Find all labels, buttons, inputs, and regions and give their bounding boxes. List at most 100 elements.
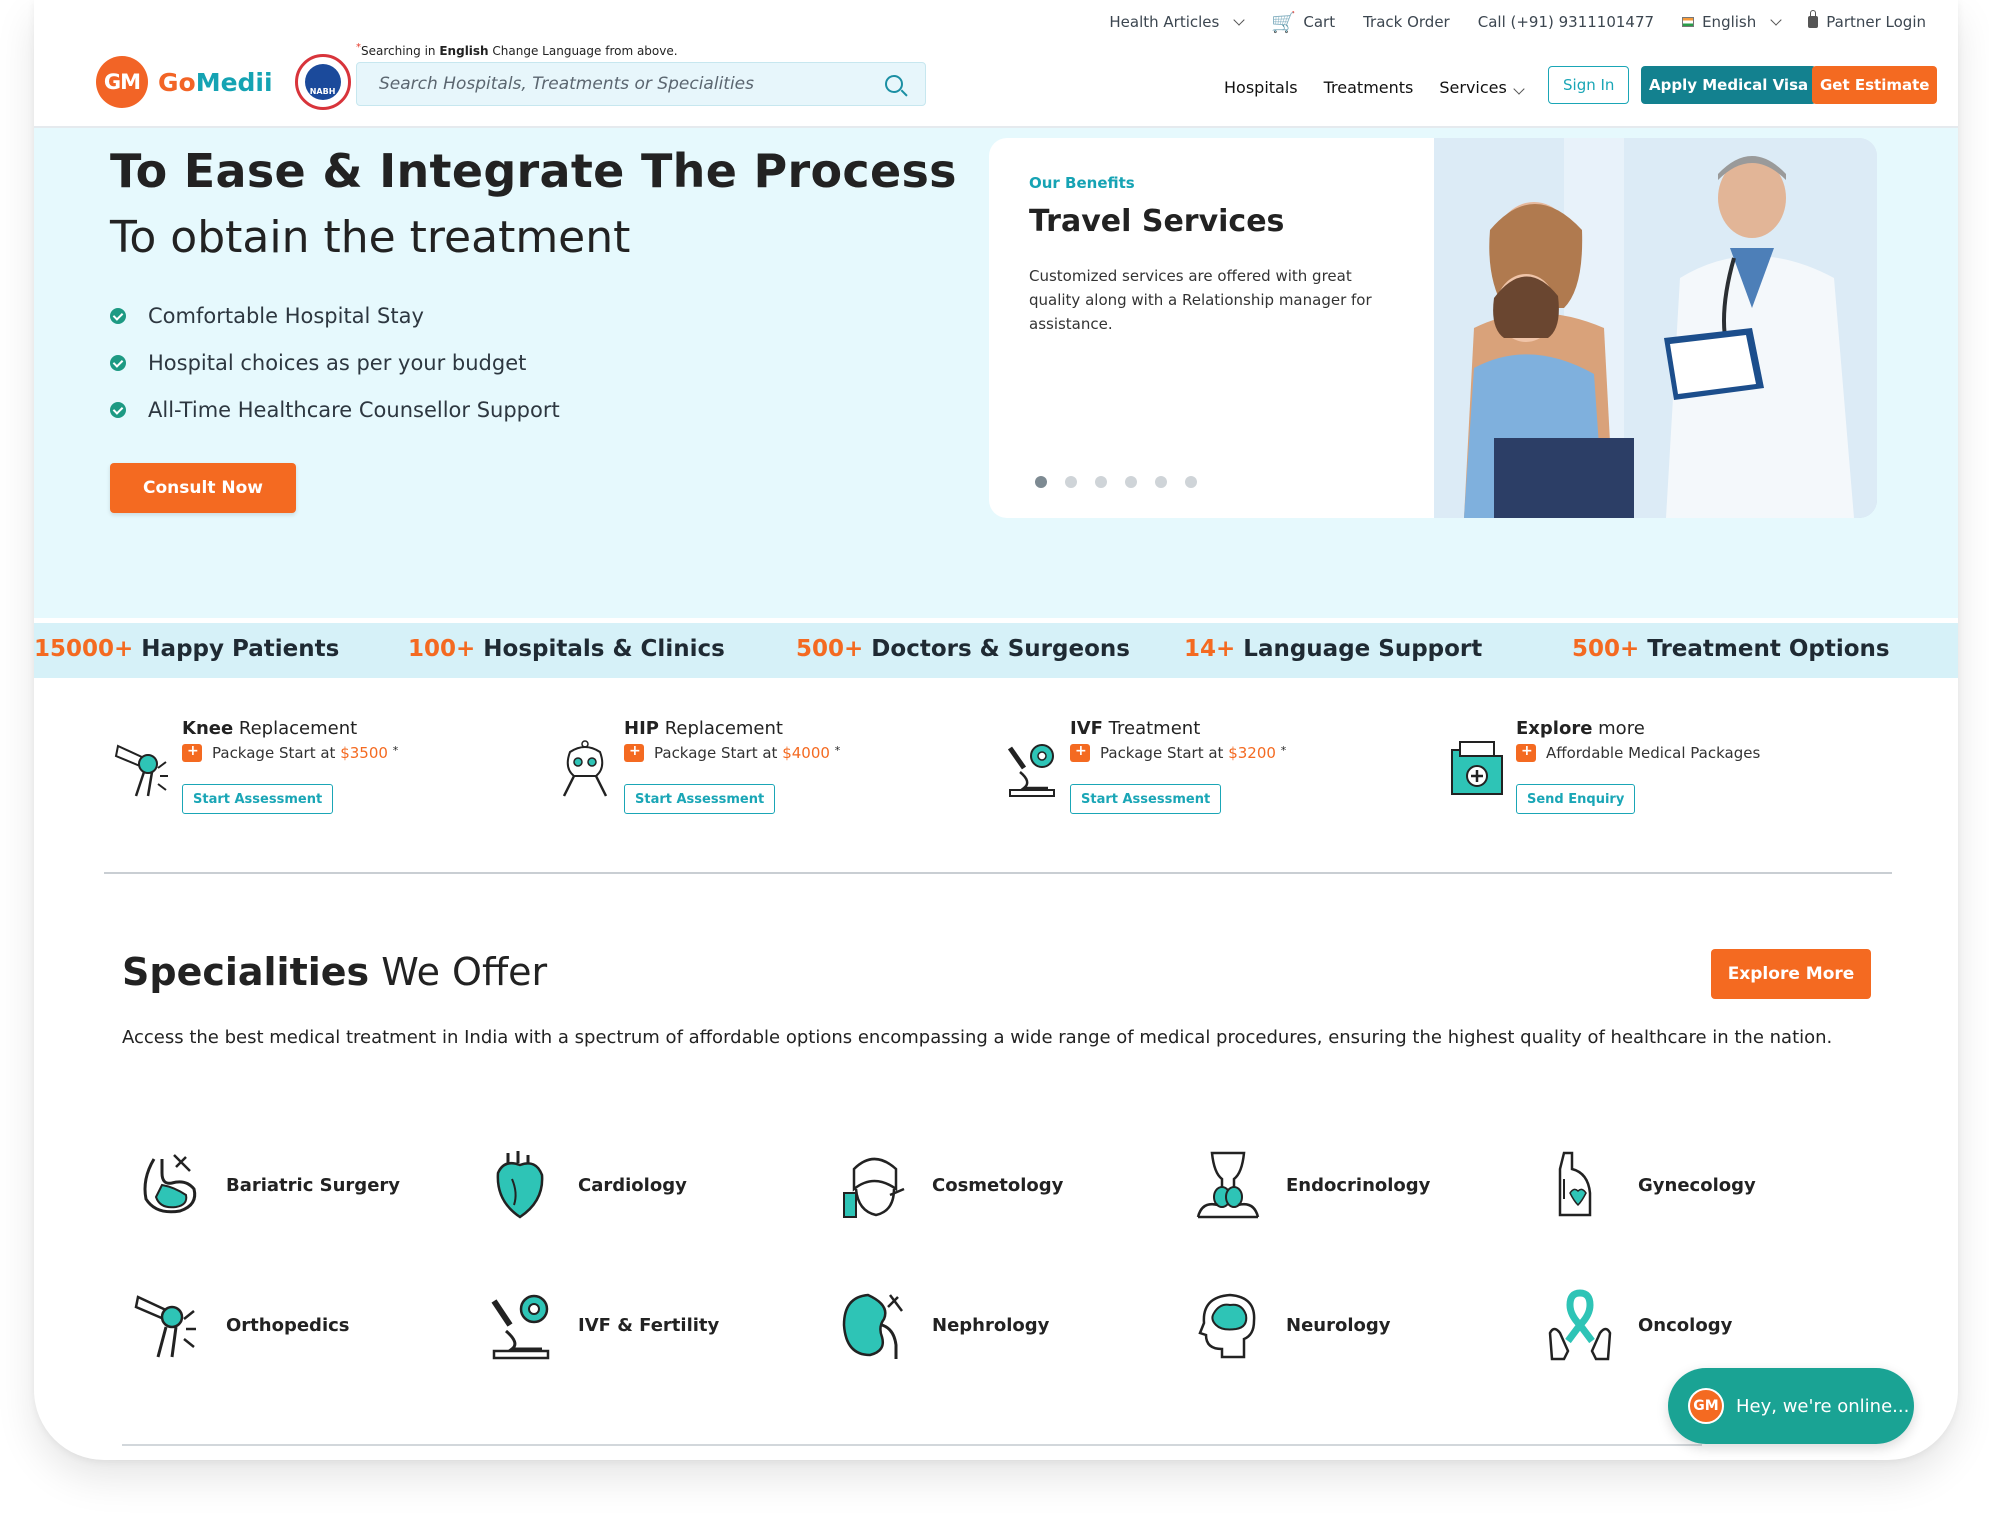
carousel-dot[interactable] (1065, 476, 1077, 488)
track-order-link[interactable]: Track Order (1363, 13, 1450, 31)
speciality-label: IVF & Fertility (578, 1314, 720, 1336)
logo-wordmark: GoMedii (158, 68, 273, 97)
specialities-title-rest: We Offer (369, 950, 548, 994)
flag-icon (1682, 17, 1695, 27)
brand-logo[interactable]: GM GoMedii NABH (96, 54, 351, 110)
hero-point: Hospital choices as per your budget (110, 339, 560, 386)
language-selector[interactable]: English (1682, 13, 1782, 31)
carousel-dots (1035, 476, 1197, 488)
speciality-label: Oncology (1638, 1314, 1733, 1336)
nav-hospitals[interactable]: Hospitals (1224, 78, 1298, 97)
kidney-icon (842, 1293, 903, 1359)
partner-login-link[interactable]: Partner Login (1808, 10, 1926, 31)
package-price-line: Package Start at $3500 * (182, 743, 399, 762)
medical-folder-icon (1451, 741, 1503, 795)
nav-services-label: Services (1439, 78, 1507, 97)
utility-bar: Health Articles 🛒 Cart Track Order Call … (1109, 10, 1926, 32)
face-care-icon (843, 1157, 905, 1218)
consult-now-button[interactable]: Consult Now (110, 463, 296, 513)
chat-widget-button[interactable]: GM Hey, we're online... (1668, 1368, 1914, 1444)
stats-bar: 15000+ Happy Patients 100+ Hospitals & C… (34, 623, 1958, 678)
medical-bag-icon (624, 743, 644, 762)
start-assessment-button[interactable]: Start Assessment (1070, 784, 1222, 814)
check-circle-icon (110, 354, 126, 371)
speciality-cardiology[interactable]: Cardiology (484, 1148, 687, 1222)
benefit-title: Travel Services (1029, 204, 1285, 239)
hero-points: Comfortable Hospital Stay Hospital choic… (110, 292, 560, 433)
package-price-line: Package Start at $3200 * (1070, 743, 1286, 762)
speciality-nephrology[interactable]: Nephrology (838, 1288, 1049, 1362)
send-enquiry-button[interactable]: Send Enquiry (1516, 784, 1636, 814)
package-price: $4000 (782, 744, 830, 762)
microscope-icon (491, 1294, 550, 1360)
speciality-oncology[interactable]: Oncology (1544, 1288, 1732, 1362)
thyroid-icon (1196, 1151, 1260, 1219)
search-input[interactable]: Search Hospitals, Treatments or Speciali… (356, 62, 926, 106)
health-articles-label: Health Articles (1109, 13, 1220, 31)
package-title-bold: Explore (1516, 718, 1593, 739)
package-price-line: Package Start at $4000 * (624, 743, 840, 762)
benefit-description: Customized services are offered with gre… (1029, 267, 1372, 333)
health-articles-menu[interactable]: Health Articles (1109, 13, 1246, 31)
package-price: $3200 (1228, 744, 1276, 762)
speciality-cosmetology[interactable]: Cosmetology (838, 1148, 1063, 1222)
call-link[interactable]: Call (+91) 9311101477 (1478, 13, 1654, 31)
section-divider (122, 1444, 1702, 1446)
speciality-label: Endocrinology (1286, 1174, 1431, 1196)
nav-services[interactable]: Services (1439, 78, 1525, 97)
stat-number: 14+ (1184, 636, 1236, 662)
speciality-ivf-fertility[interactable]: IVF & Fertility (484, 1288, 719, 1362)
carousel-dot[interactable] (1125, 476, 1137, 488)
specialities-description: Access the best medical treatment in Ind… (122, 1027, 1833, 1048)
stat-label: Treatment Options (1639, 636, 1890, 662)
speciality-bariatric-surgery[interactable]: Bariatric Surgery (132, 1148, 400, 1222)
package-price-prefix: Affordable Medical Packages (1546, 744, 1761, 762)
apply-medical-visa-button[interactable]: Apply Medical Visa (1641, 66, 1817, 104)
search-icon[interactable] (885, 75, 903, 93)
search-note-suffix: Change Language from above. (488, 44, 678, 58)
nav-treatments[interactable]: Treatments (1324, 78, 1414, 97)
stat-number: 500+ (1572, 636, 1640, 662)
carousel-dot[interactable] (1035, 476, 1047, 488)
knee-joint-icon (134, 1295, 196, 1358)
package-title-bold: HIP (624, 718, 659, 739)
start-assessment-button[interactable]: Start Assessment (624, 784, 776, 814)
explore-more-button[interactable]: Explore More (1711, 949, 1871, 999)
call-label: Call (+91) 9311101477 (1477, 13, 1655, 31)
package-asterisk: * (392, 744, 399, 757)
specialities-title: Specialities We Offer (122, 950, 547, 994)
cart-link[interactable]: 🛒 Cart (1271, 12, 1335, 32)
package-explore: Explore more Affordable Medical Packages… (1448, 718, 1868, 828)
package-title-rest: Replacement (233, 718, 358, 739)
carousel-dot[interactable] (1155, 476, 1167, 488)
benefit-card: Our Benefits Travel Services Customized … (989, 138, 1877, 518)
speciality-label: Cosmetology (932, 1174, 1064, 1196)
language-label: English (1702, 13, 1757, 31)
speciality-gynecology[interactable]: Gynecology (1544, 1148, 1756, 1222)
speciality-neurology[interactable]: Neurology (1192, 1288, 1390, 1362)
package-title-bold: Knee (182, 718, 234, 739)
stat-label: Language Support (1235, 636, 1483, 662)
logo-wordmark-b: Medii (195, 67, 273, 97)
start-assessment-button[interactable]: Start Assessment (182, 784, 334, 814)
lock-icon (1808, 10, 1819, 28)
logo-mark: GM (96, 56, 148, 108)
speciality-label: Neurology (1286, 1314, 1391, 1336)
carousel-dot[interactable] (1095, 476, 1107, 488)
speciality-orthopedics[interactable]: Orthopedics (132, 1288, 350, 1362)
stat-happy-patients: 15000+ Happy Patients (34, 636, 339, 662)
knee-icon (114, 744, 168, 797)
stat-number: 100+ (408, 636, 476, 662)
package-title: Explore more (1516, 718, 1645, 739)
heart-icon (496, 1151, 544, 1219)
package-price-prefix: Package Start at (654, 744, 783, 762)
cart-icon: 🛒 (1271, 10, 1297, 34)
get-estimate-button[interactable]: Get Estimate (1812, 66, 1938, 104)
package-price: $3500 (340, 744, 388, 762)
check-circle-icon (110, 307, 126, 324)
speciality-endocrinology[interactable]: Endocrinology (1192, 1148, 1430, 1222)
carousel-dot[interactable] (1185, 476, 1197, 488)
sign-in-button[interactable]: Sign In (1548, 66, 1630, 104)
main-nav: Hospitals Treatments Services (1224, 78, 1525, 97)
hip-icon (562, 740, 608, 797)
